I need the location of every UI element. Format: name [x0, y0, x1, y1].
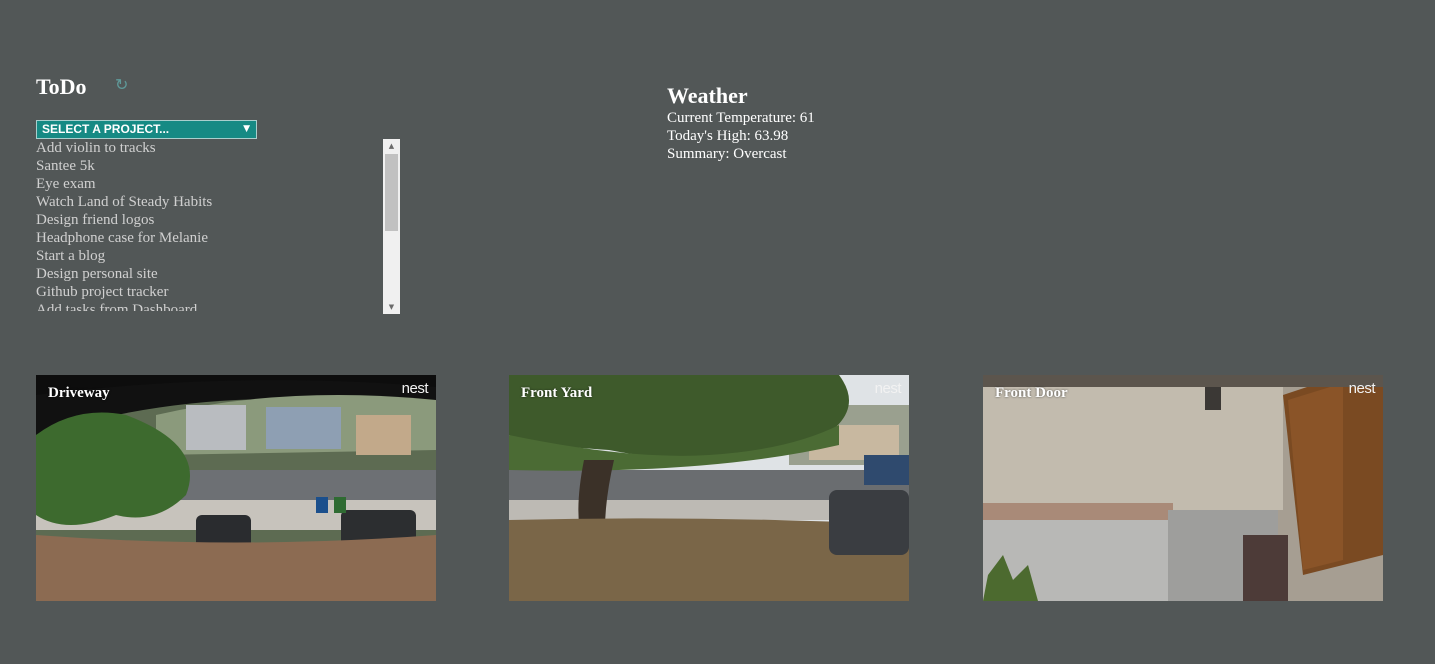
camera-label: Front Yard — [521, 385, 593, 401]
task-item[interactable]: Github project tracker — [36, 283, 386, 301]
chevron-down-icon: ▼ — [243, 124, 250, 134]
project-select[interactable]: SELECT A PROJECT... ▼ — [36, 120, 257, 139]
task-list-scrollbar[interactable]: ▲ ▼ — [383, 139, 400, 314]
nest-logo: nest — [1348, 380, 1376, 397]
camera-label: Driveway — [48, 385, 110, 401]
camera-feed-front-yard[interactable]: Front Yard nest — [509, 375, 909, 601]
project-select-value: SELECT A PROJECT... — [42, 122, 170, 136]
task-item[interactable]: Headphone case for Melanie — [36, 229, 386, 247]
scrollbar-thumb[interactable] — [385, 154, 398, 231]
camera-image — [36, 375, 436, 601]
camera-feed-front-door[interactable]: Front Door nest — [983, 375, 1383, 601]
nest-logo: nest — [874, 380, 902, 397]
current-temperature: Current Temperature: 61 — [667, 110, 815, 126]
task-item[interactable]: Add tasks from Dashboard — [36, 301, 386, 311]
task-item[interactable]: Design personal site — [36, 265, 386, 283]
task-item[interactable]: Start a blog — [36, 247, 386, 265]
task-item[interactable]: Design friend logos — [36, 211, 386, 229]
dashboard-page: ToDo ↻ SELECT A PROJECT... ▼ Add violin … — [0, 0, 1435, 664]
task-item[interactable]: Add violin to tracks — [36, 139, 386, 157]
scroll-down-icon[interactable]: ▼ — [383, 300, 400, 314]
todays-high: Today's High: 63.98 — [667, 128, 789, 144]
nest-logo: nest — [401, 380, 429, 397]
camera-label: Front Door — [995, 385, 1068, 401]
task-item[interactable]: Santee 5k — [36, 157, 386, 175]
todo-title: ToDo — [36, 74, 87, 99]
camera-image — [509, 375, 909, 601]
weather-widget: Weather Current Temperature: 61 Today's … — [667, 84, 815, 163]
camera-image — [983, 375, 1383, 601]
refresh-icon[interactable]: ↻ — [115, 75, 128, 94]
task-item[interactable]: Eye exam — [36, 175, 386, 193]
weather-title: Weather — [667, 83, 748, 108]
camera-feed-driveway[interactable]: Driveway nest — [36, 375, 436, 601]
task-item[interactable]: Watch Land of Steady Habits — [36, 193, 386, 211]
task-list: Add violin to tracks Santee 5k Eye exam … — [36, 139, 386, 311]
scroll-up-icon[interactable]: ▲ — [383, 139, 400, 153]
weather-summary: Summary: Overcast — [667, 146, 787, 162]
